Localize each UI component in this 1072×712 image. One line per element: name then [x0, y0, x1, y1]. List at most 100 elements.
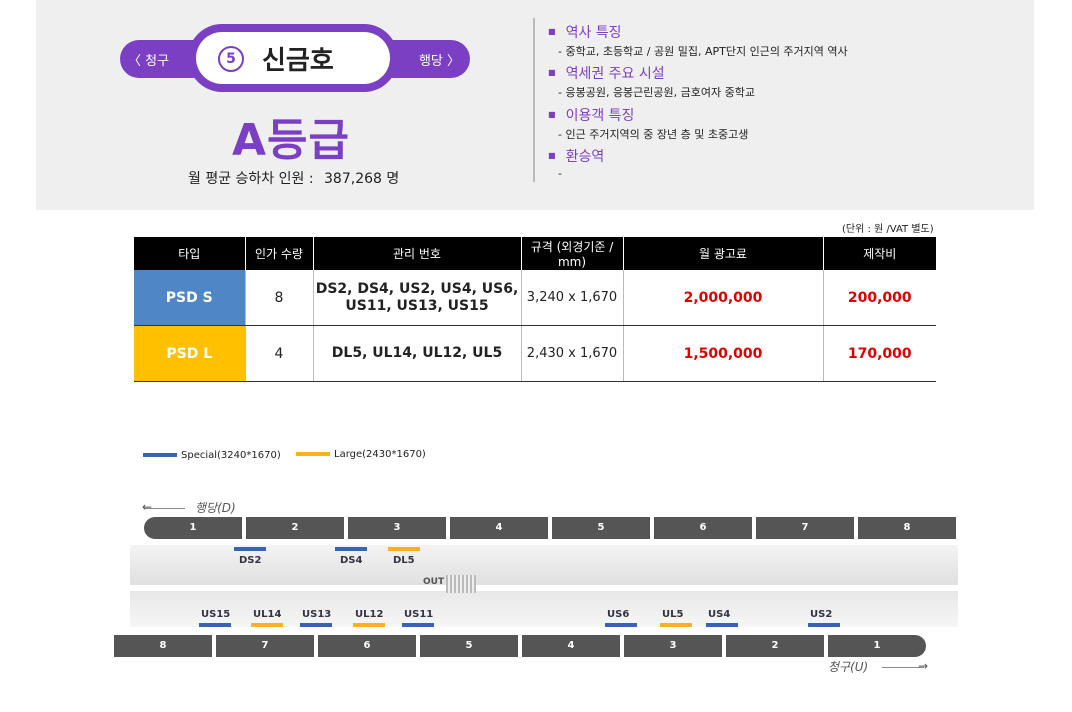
ad-label: DS4 [340, 555, 363, 566]
ad-marker [706, 623, 738, 627]
ad-marker [402, 623, 434, 627]
train-car: 6 [318, 635, 416, 657]
col-size: 규격 (외경기준 / mm) [521, 237, 624, 270]
ad-label: US6 [607, 609, 630, 620]
prev-station[interactable]: 〈 청구 [128, 50, 169, 69]
platform-map: ← 행당(D) 12345678 DS2 DS4 DL5 OUT US15 UL14 U… [110, 495, 960, 680]
production-cell: 200,000 [823, 270, 936, 326]
train-car: 4 [450, 517, 548, 539]
train-car: 6 [654, 517, 752, 539]
station-grade: A등급 [232, 115, 351, 166]
codes-line: DS2, DS4, US2, US4, US6, [315, 280, 519, 297]
production-cell: 170,000 [823, 325, 936, 382]
fee-cell: 2,000,000 [623, 270, 824, 326]
train-car: 3 [348, 517, 446, 539]
station-number-badge: 5 [218, 46, 244, 72]
dir-top-label: 행당(D) [195, 501, 236, 515]
ad-label: US11 [404, 609, 434, 620]
ad-label: US2 [810, 609, 833, 620]
monthly-riders: 월 평균 승하차 인원 : 387,268 명 [188, 168, 399, 188]
train-car: 5 [420, 635, 518, 657]
arrow-left-icon: ← [142, 500, 153, 514]
info-history: 역사 특징 - 중학교, 초등학교 / 공원 밀집, APT단지 인근의 주거지… [548, 22, 848, 59]
station-name: 신금호 [262, 46, 334, 76]
info-facilities: 역세권 주요 시설 - 응봉공원, 응봉근린공원, 금호여자 중학교 [548, 63, 755, 100]
info-desc: - 인근 주거지역의 중 장년 층 및 초중고생 [558, 128, 749, 141]
dir-bottom-label: 청구(U) [828, 660, 869, 674]
qty-cell: 8 [245, 270, 314, 326]
ad-label: US4 [708, 609, 731, 620]
train-car: 2 [726, 635, 824, 657]
train-car: 8 [858, 517, 956, 539]
col-qty: 인가 수량 [245, 237, 314, 270]
table-header: 타입 인가 수량 관리 번호 규격 (외경기준 / mm) 월 광고료 제작비 [134, 237, 936, 270]
train-car: 1 [828, 635, 926, 657]
ad-marker [335, 547, 367, 551]
type-cell: PSD S [134, 270, 246, 326]
ad-marker [660, 623, 692, 627]
out-label: OUT [423, 577, 445, 587]
info-head: 환승역 [548, 146, 605, 166]
ad-marker [300, 623, 332, 627]
train-car: 2 [246, 517, 344, 539]
ad-label: US15 [201, 609, 231, 620]
codes-line: DL5, UL14, UL12, UL5 [331, 345, 503, 361]
codes-cell: DL5, UL14, UL12, UL5 [313, 325, 522, 382]
legend-large-label: Large(2430*1670) [334, 449, 426, 460]
col-fee: 월 광고료 [623, 237, 824, 270]
legend-special-label: Special(3240*1670) [181, 450, 281, 461]
info-head: 이용객 특징 [548, 105, 748, 125]
next-station[interactable]: 행당 〉 [419, 50, 460, 69]
col-production: 제작비 [823, 237, 936, 270]
ad-marker [251, 623, 283, 627]
info-desc: - 중학교, 초등학교 / 공원 밀집, APT단지 인근의 주거지역 역사 [558, 45, 848, 58]
codes-cell: DS2, DS4, US2, US4, US6, US11, US13, US1… [313, 270, 522, 326]
train-car: 3 [624, 635, 722, 657]
info-head: 역사 특징 [548, 22, 848, 42]
monthly-label: 월 평균 승하차 인원 : [188, 171, 314, 187]
info-desc: - [558, 167, 562, 180]
info-passengers: 이용객 특징 - 인근 주거지역의 중 장년 층 및 초중고생 [548, 105, 748, 142]
legend-large-swatch [296, 452, 330, 456]
info-transfer: 환승역 - [548, 146, 604, 180]
codes-line: US11, US13, US15 [345, 297, 489, 314]
fee-cell: 1,500,000 [623, 325, 824, 382]
ad-label: DL5 [393, 555, 415, 566]
qty-cell: 4 [245, 325, 314, 382]
type-cell: PSD L [134, 325, 246, 382]
size-cell: 3,240 x 1,670 [521, 270, 624, 326]
train-car: 1 [144, 517, 242, 539]
train-car: 4 [522, 635, 620, 657]
train-car: 5 [552, 517, 650, 539]
unit-note: (단위 : 원 /VAT 별도) [842, 224, 934, 235]
stairs-icon [446, 575, 476, 593]
train-car: 7 [756, 517, 854, 539]
ad-label: UL14 [253, 609, 282, 620]
ad-marker [234, 547, 266, 551]
ad-label: UL12 [355, 609, 384, 620]
col-codes: 관리 번호 [313, 237, 522, 270]
size-cell: 2,430 x 1,670 [521, 325, 624, 382]
train-car: 7 [216, 635, 314, 657]
legend-large: Large(2430*1670) [296, 449, 426, 460]
ad-marker [808, 623, 840, 627]
ad-marker [388, 547, 420, 551]
arrow-right-icon: → [918, 659, 929, 673]
ad-price-table: 타입 인가 수량 관리 번호 규격 (외경기준 / mm) 월 광고료 제작비 … [134, 237, 936, 382]
info-head: 역세권 주요 시설 [548, 63, 755, 83]
legend-special-swatch [143, 453, 177, 457]
ad-marker [199, 623, 231, 627]
ad-label: DS2 [239, 555, 262, 566]
station-info-panel [36, 0, 1034, 210]
ad-label: UL5 [662, 609, 684, 620]
info-divider [533, 18, 535, 182]
train-car: 8 [114, 635, 212, 657]
monthly-value: 387,268 명 [324, 171, 400, 187]
legend-special: Special(3240*1670) [143, 450, 281, 461]
ad-marker [605, 623, 637, 627]
ad-marker [353, 623, 385, 627]
col-type: 타입 [134, 237, 246, 270]
table-row: PSD S 8 DS2, DS4, US2, US4, US6, US11, U… [134, 270, 936, 326]
table-row: PSD L 4 DL5, UL14, UL12, UL5 2,430 x 1,6… [134, 325, 936, 382]
info-desc: - 응봉공원, 응봉근린공원, 금호여자 중학교 [558, 86, 755, 99]
